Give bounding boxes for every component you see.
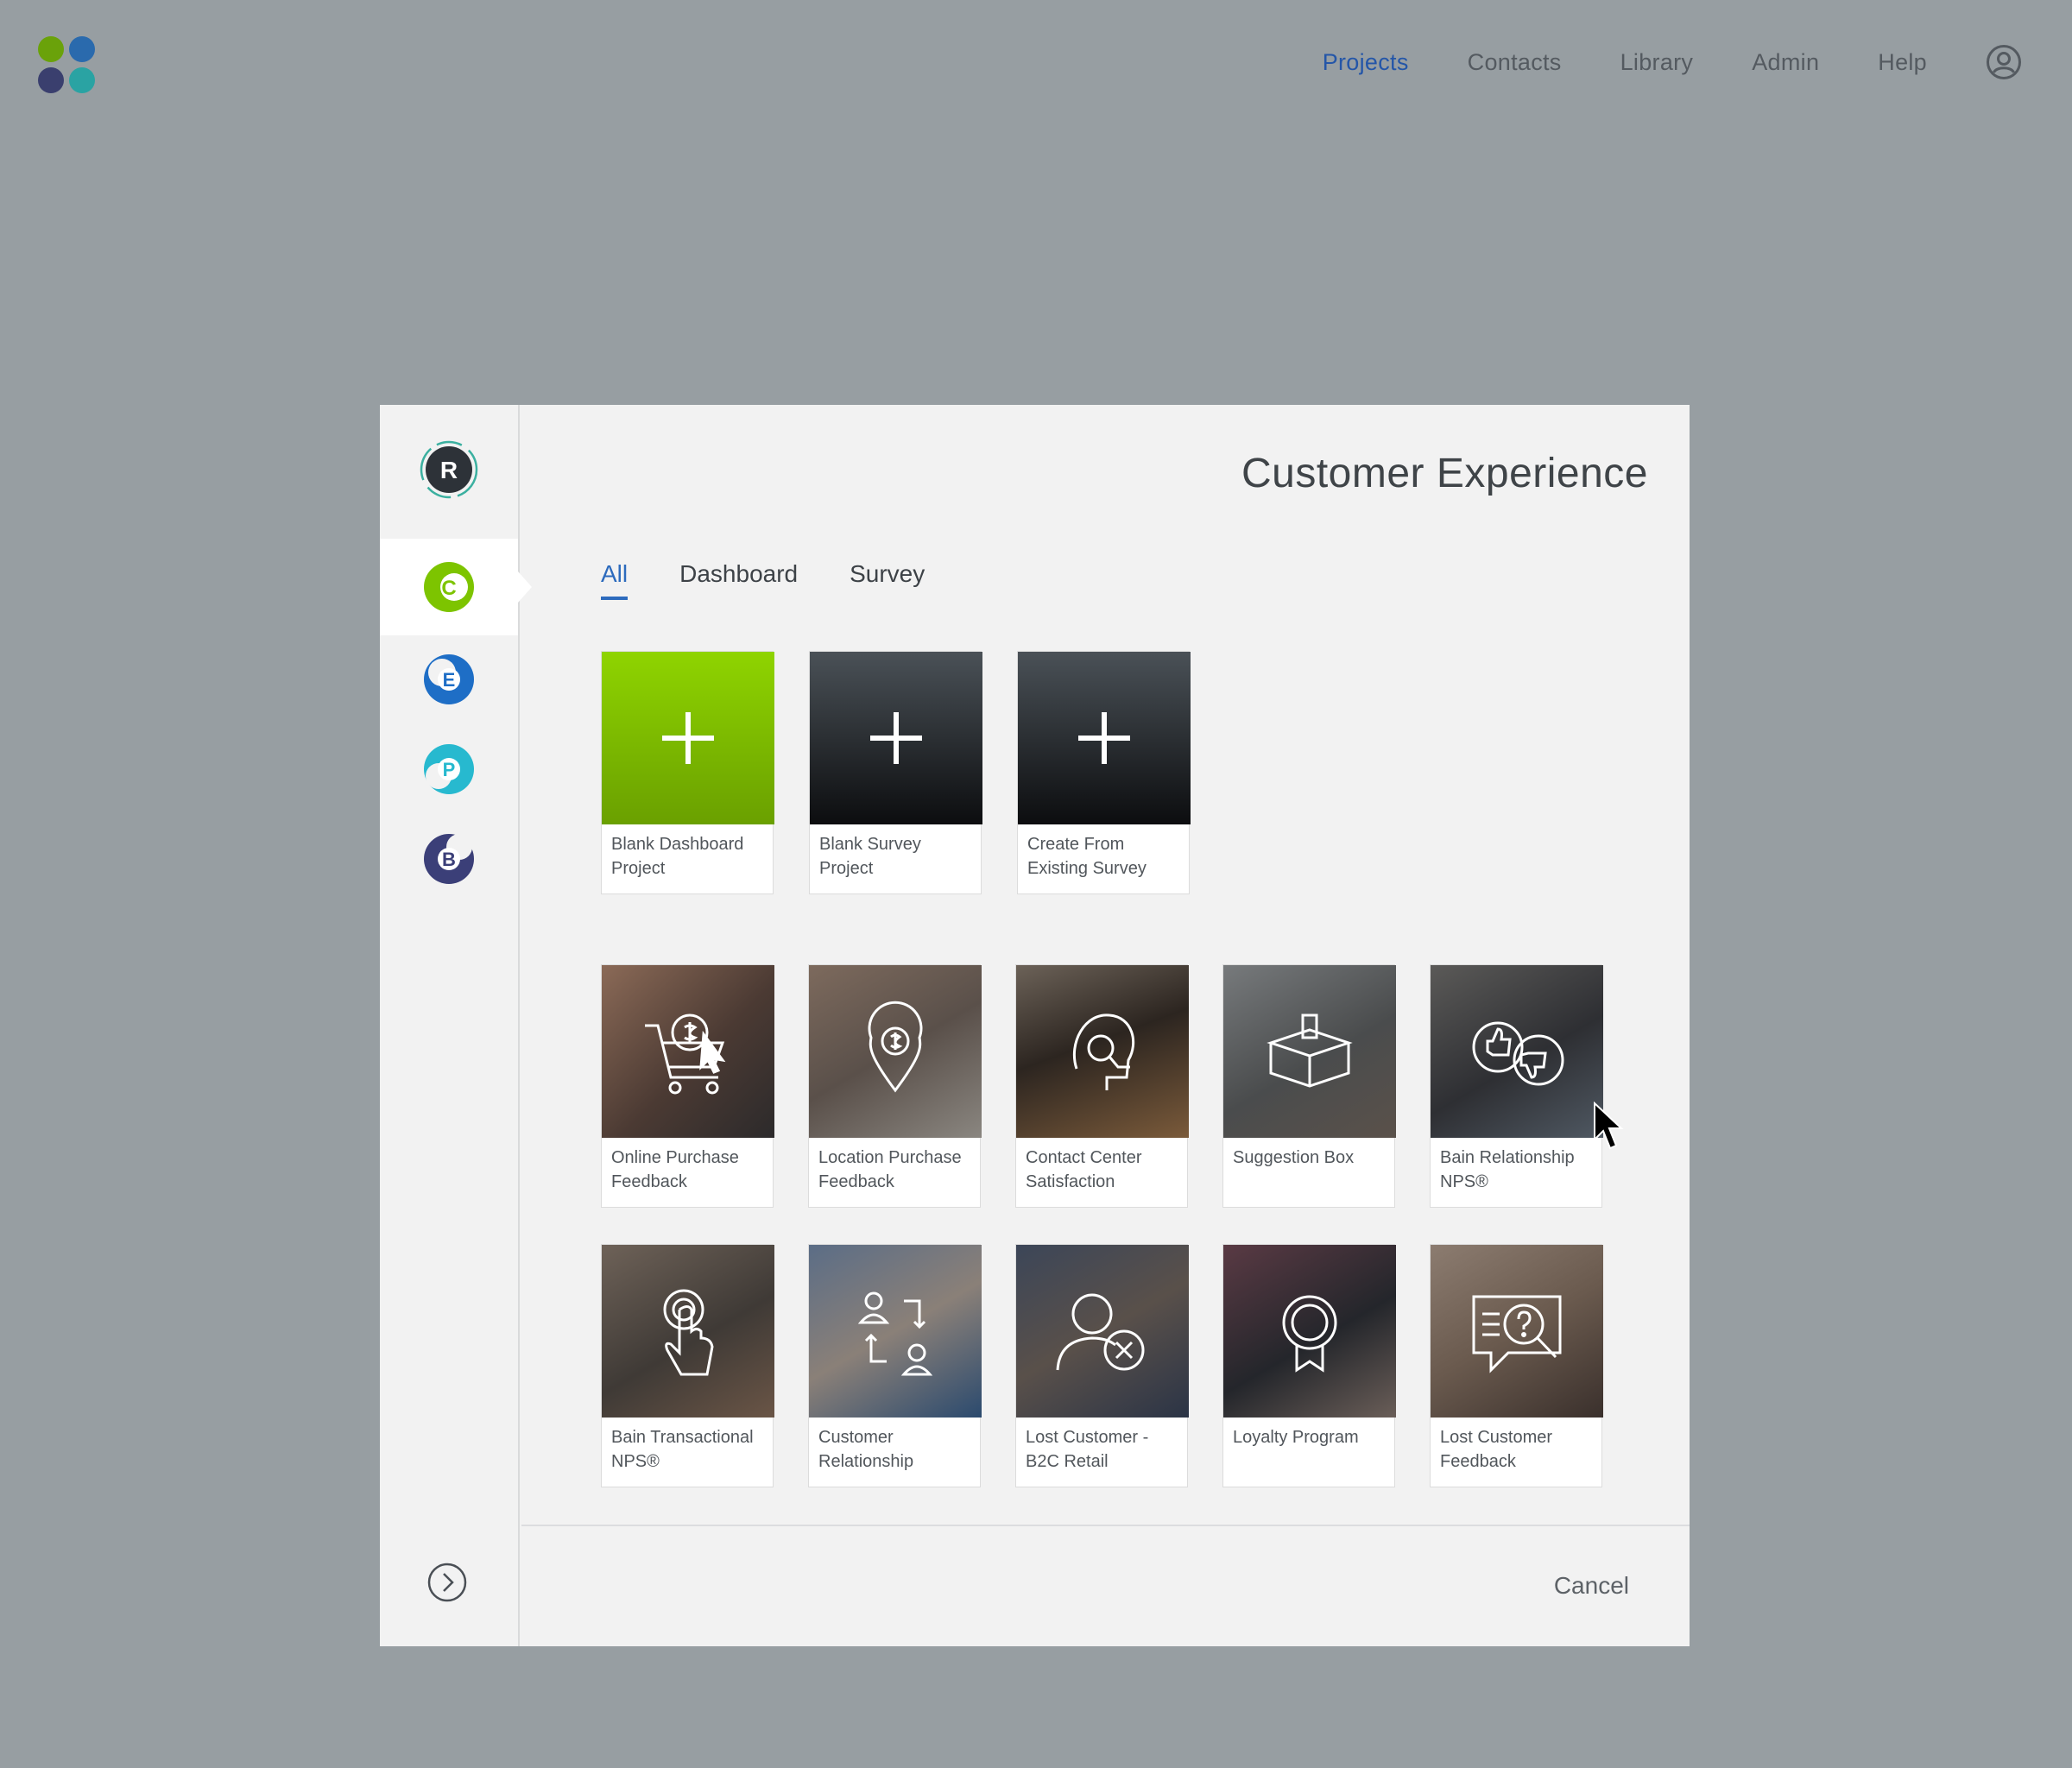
thumbs-up-down-icon	[1472, 1021, 1564, 1086]
card-thumbnail	[809, 965, 982, 1138]
headset-icon	[1072, 1013, 1135, 1090]
logo-dot-teal	[69, 67, 95, 93]
user-circle-icon[interactable]	[1986, 44, 2022, 80]
logo-dot-blue	[69, 36, 95, 62]
app-logo[interactable]	[38, 36, 97, 95]
template-card-contact-center-satisfaction[interactable]: Contact Center Satisfaction	[1015, 964, 1189, 1208]
card-label: Loyalty Program	[1233, 1428, 1359, 1447]
sidebar-item-employee-experience[interactable]: E	[380, 636, 518, 723]
award-ribbon-icon	[1282, 1295, 1337, 1373]
card-label: Blank Survey Project	[819, 835, 921, 878]
card-label: Lost Customer - B2C Retail	[1026, 1428, 1149, 1471]
template-card-bain-transactional-nps[interactable]: Bain Transactional NPS®	[601, 1244, 774, 1487]
tab-survey[interactable]: Survey	[850, 560, 925, 600]
sidebar-letter: R	[440, 457, 458, 483]
footer-divider	[521, 1525, 1690, 1526]
nav-admin[interactable]: Admin	[1752, 49, 1819, 76]
card-label: Location Purchase Feedback	[818, 1148, 962, 1191]
nav-help[interactable]: Help	[1878, 49, 1927, 76]
user-remove-icon	[1056, 1293, 1145, 1371]
shopping-cart-dollar-icon	[645, 1013, 726, 1095]
card-label: Lost Customer Feedback	[1440, 1428, 1553, 1471]
blank-dashboard-project-card[interactable]: Blank Dashboard Project	[601, 651, 774, 894]
filter-tabs: All Dashboard Survey	[601, 560, 976, 600]
card-thumbnail	[1223, 965, 1396, 1138]
card-label: Online Purchase Feedback	[611, 1148, 739, 1191]
chevron-right-circle-icon[interactable]	[426, 1562, 468, 1603]
plus-icon	[1078, 712, 1130, 764]
sidebar-letter: E	[443, 669, 456, 691]
card-thumbnail	[1016, 1245, 1189, 1418]
sidebar-item-research[interactable]: R	[380, 426, 518, 513]
create-from-existing-survey-card[interactable]: Create From Existing Survey	[1017, 651, 1191, 894]
plus-icon	[662, 712, 714, 764]
chat-question-search-icon	[1472, 1295, 1562, 1373]
template-card-lost-customer-feedback[interactable]: Lost Customer Feedback	[1430, 1244, 1603, 1487]
brand-experience-icon: B	[424, 834, 474, 884]
nav-contacts[interactable]: Contacts	[1468, 49, 1562, 76]
card-label: Bain Relationship NPS®	[1440, 1148, 1575, 1191]
template-card-online-purchase-feedback[interactable]: Online Purchase Feedback	[601, 964, 774, 1208]
card-thumbnail	[602, 965, 774, 1138]
sidebar-letter: B	[442, 849, 456, 870]
tab-all[interactable]: All	[601, 560, 629, 600]
card-thumbnail	[809, 1245, 982, 1418]
template-card-loyalty-program[interactable]: Loyalty Program	[1222, 1244, 1396, 1487]
card-thumbnail	[810, 652, 982, 824]
logo-dot-green	[38, 36, 64, 62]
sidebar-item-product-experience[interactable]: P	[380, 726, 518, 812]
template-card-suggestion-box[interactable]: Suggestion Box	[1222, 964, 1396, 1208]
card-thumbnail	[602, 1245, 774, 1418]
card-label: Create From Existing Survey	[1027, 835, 1147, 878]
template-card-customer-relationship[interactable]: Customer Relationship	[808, 1244, 982, 1487]
sidebar-letter: C	[441, 577, 456, 600]
employee-experience-icon: E	[424, 654, 474, 704]
tab-dashboard[interactable]: Dashboard	[679, 560, 798, 600]
plus-icon	[870, 712, 922, 764]
card-label: Blank Dashboard Project	[611, 835, 744, 878]
dialog-title: Customer Experience	[1241, 451, 1648, 496]
card-label: Bain Transactional NPS®	[611, 1428, 754, 1471]
product-sidebar: R C E P B	[380, 405, 532, 1646]
product-experience-icon: P	[424, 744, 474, 794]
nav-projects[interactable]: Projects	[1323, 49, 1409, 76]
nav-library[interactable]: Library	[1620, 49, 1694, 76]
card-thumbnail	[1016, 965, 1189, 1138]
sidebar-item-customer-experience[interactable]: C	[380, 539, 532, 635]
cancel-button[interactable]: Cancel	[1554, 1572, 1629, 1600]
mouse-pointer-icon	[1594, 1102, 1624, 1150]
card-label: Customer Relationship	[818, 1428, 914, 1471]
template-card-bain-relationship-nps[interactable]: Bain Relationship NPS®	[1430, 964, 1603, 1208]
top-navigation: Projects Contacts Library Admin Help	[1264, 45, 2022, 79]
customer-experience-icon: C	[424, 562, 474, 612]
card-thumbnail	[1223, 1245, 1396, 1418]
user-exchange-icon	[857, 1291, 933, 1376]
template-card-location-purchase-feedback[interactable]: Location Purchase Feedback	[808, 964, 982, 1208]
logo-dot-navy	[38, 67, 64, 93]
location-dollar-icon	[868, 1001, 923, 1093]
card-thumbnail	[1431, 965, 1603, 1138]
card-thumbnail	[1431, 1245, 1603, 1418]
card-label: Suggestion Box	[1233, 1148, 1355, 1167]
ballot-box-icon	[1267, 1013, 1353, 1088]
sidebar-item-brand-experience[interactable]: B	[380, 816, 518, 902]
project-template-dialog: R C E P B Customer Experience All Dashbo…	[380, 405, 1690, 1646]
card-label: Contact Center Satisfaction	[1026, 1148, 1142, 1191]
card-thumbnail	[1018, 652, 1191, 824]
touch-icon	[663, 1289, 714, 1376]
sidebar-letter: P	[443, 759, 456, 780]
card-thumbnail	[602, 652, 774, 824]
blank-survey-project-card[interactable]: Blank Survey Project	[809, 651, 982, 894]
template-card-lost-customer-b2c-retail[interactable]: Lost Customer - B2C Retail	[1015, 1244, 1189, 1487]
research-core-icon: R	[420, 440, 478, 499]
